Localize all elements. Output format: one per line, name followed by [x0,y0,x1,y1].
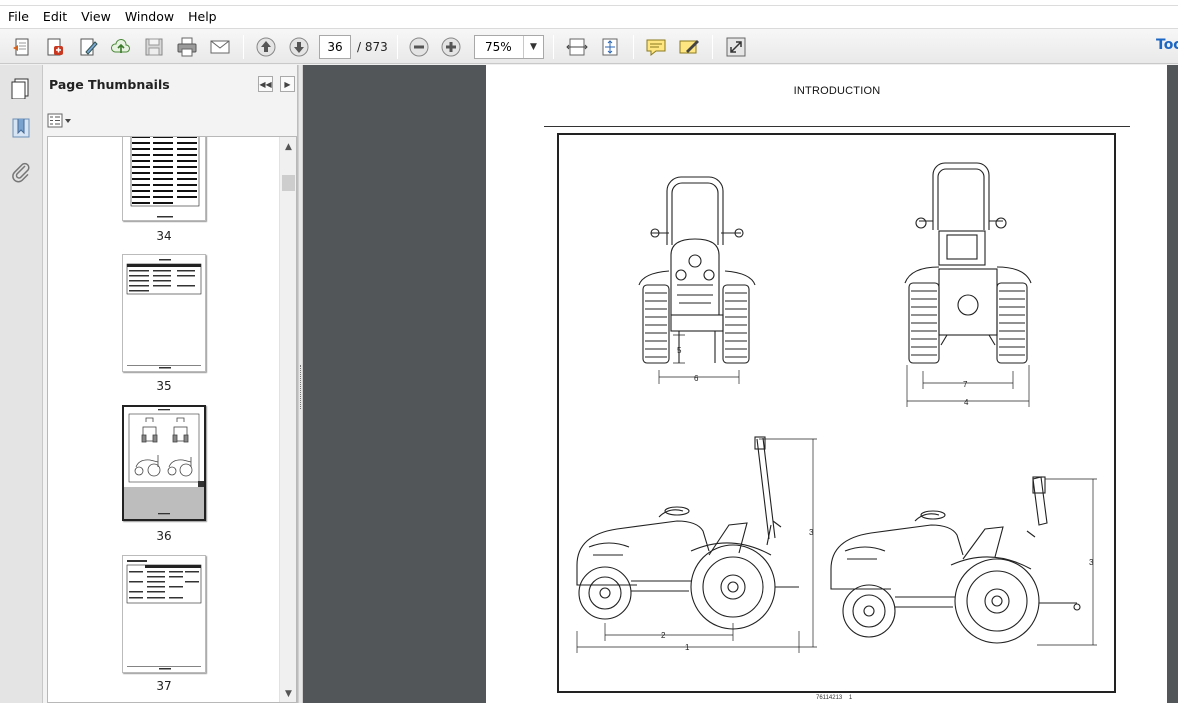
scroll-down-icon[interactable]: ▼ [280,686,296,702]
toolbar-separator [633,35,634,59]
fullscreen-icon[interactable] [723,34,749,60]
tractor-dimensions-figure: 5 6 7 4 2 1 3 3 [557,133,1116,693]
menu-file[interactable]: File [0,6,36,28]
create-pdf-icon[interactable] [9,34,35,60]
thumbnail-scrollbar[interactable]: ▲ ▼ [279,137,296,702]
expand-panel-icon[interactable]: ▶ [280,76,295,92]
thumbnail-list[interactable]: 34 35 36 37 ▲ ▼ [47,136,297,703]
document-view[interactable]: INTRODUCTION 5 6 7 4 2 1 3 3 76114213 1 [303,65,1178,703]
dimension-label-6: 6 [694,374,699,383]
tools-pane-button[interactable]: Tools [1156,37,1178,53]
page-thumbnails-panel: Page Thumbnails ◀◀ ▶ 34 35 36 37 ▲ ▼ [43,65,298,703]
page-footer: 76114213 1 [816,695,852,701]
zoom-in-icon[interactable] [438,34,464,60]
thumbnail-table-image [126,560,202,670]
page-thumbnail-35[interactable] [122,254,206,372]
thumbnail-label: 34 [156,229,172,243]
dimension-label-4: 4 [964,398,969,407]
upload-cloud-icon[interactable] [108,34,134,60]
menu-view[interactable]: View [74,6,118,28]
zoom-out-icon[interactable] [406,34,432,60]
scroll-up-icon[interactable]: ▲ [280,139,296,155]
zoom-level-select[interactable]: 75% ▼ [474,35,544,59]
dimension-label-3: 3 [809,528,814,537]
thumbnail-label: 35 [156,379,172,393]
dimension-label-2: 2 [661,631,666,640]
attachments-icon[interactable] [8,159,34,185]
edit-document-icon[interactable] [75,34,101,60]
toolbar: 36 / 873 75% ▼ Tools [0,28,1178,64]
side-dimension-lines-b [1037,478,1097,646]
footer-page-number: 1 [848,695,853,701]
next-page-icon[interactable] [286,34,312,60]
dimension-label-1: 1 [685,643,690,652]
chevron-down-icon[interactable]: ▼ [523,36,543,58]
collapse-panel-icon[interactable]: ◀◀ [258,76,273,92]
options-menu-icon [47,113,71,128]
combine-files-icon[interactable] [42,34,68,60]
thumbnail-table-image [126,259,202,369]
page-thumbnail-36-selected[interactable] [122,405,206,521]
dimension-label-3b: 3 [1089,558,1094,567]
bookmarks-icon[interactable] [8,115,34,141]
panel-title: Page Thumbnails [49,77,170,92]
footer-code: 76114213 [816,695,843,701]
toolbar-separator [397,35,398,59]
splitter-grip[interactable] [300,365,301,409]
page-thumbnails-icon[interactable] [8,75,34,101]
thumbnail-label: 36 [156,529,172,543]
thumbnail-label: 37 [156,679,172,693]
save-icon[interactable] [141,34,167,60]
toolbar-separator [553,35,554,59]
menu-window[interactable]: Window [118,6,181,28]
dimension-label-5: 5 [677,346,682,355]
menu-bar: File Edit View Window Help [0,6,1178,28]
side-view-tractor-rops-down [830,476,1081,644]
front-dimension-lines [658,334,740,384]
menu-help[interactable]: Help [181,6,224,28]
fit-width-icon[interactable] [564,34,590,60]
email-icon[interactable] [207,34,233,60]
previous-page-icon[interactable] [253,34,279,60]
scrollbar-thumb[interactable] [282,175,295,191]
page-thumbnail-37[interactable] [122,555,206,673]
page-header: INTRODUCTION [793,85,881,97]
rear-view-tractor [904,162,1032,364]
side-dimension-lines-a [576,438,817,653]
page-thumbnail-34[interactable] [122,137,206,221]
highlight-icon[interactable] [676,34,702,60]
side-view-tractor-rops-up [576,436,799,630]
thumbnail-table-image [130,137,200,218]
dimension-label-7: 7 [963,380,968,389]
navigation-rail [0,65,43,703]
thumbnail-tractor-image [124,407,204,519]
comment-icon[interactable] [643,34,669,60]
panel-options-button[interactable] [47,111,73,131]
page-number-input[interactable]: 36 [319,35,351,59]
document-page: INTRODUCTION 5 6 7 4 2 1 3 3 76114213 1 [486,65,1167,703]
tractor-drawing: 5 6 7 4 2 1 3 3 [576,162,1097,653]
fit-page-icon[interactable] [597,34,623,60]
header-rule [544,126,1130,127]
toolbar-separator [712,35,713,59]
page-total-count: / 873 [357,40,388,54]
print-icon[interactable] [174,34,200,60]
zoom-level-value: 75% [485,40,512,54]
toolbar-separator [243,35,244,59]
front-view-tractor [638,176,756,364]
menu-edit[interactable]: Edit [36,6,74,28]
